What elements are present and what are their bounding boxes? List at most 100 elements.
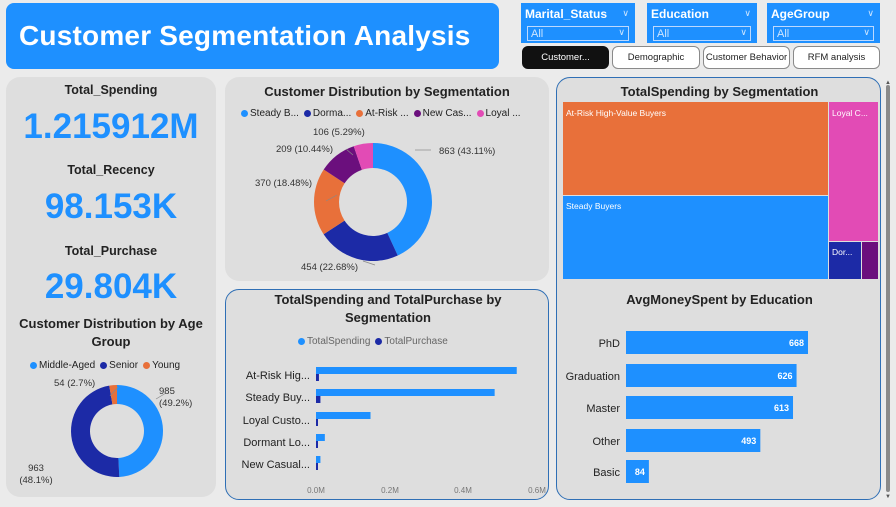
legend-item-new-casual[interactable]: New Cas...	[413, 108, 472, 119]
nav-button-customer-behavior[interactable]: Customer Behavior	[703, 46, 790, 69]
segment-donut-chart[interactable]: 863 (43.11%) 454 (22.68%) 370 (18.48%) 2…	[225, 123, 549, 279]
bar-purchase[interactable]	[316, 463, 318, 470]
legend-item-young[interactable]: Young	[143, 360, 180, 371]
slicer-value: All	[531, 28, 544, 40]
bar-spending[interactable]	[316, 434, 325, 441]
education-value-label: 668	[789, 338, 804, 348]
spending-purchase-bar-chart[interactable]: At-Risk Hig... Steady Buy... Loyal Custo…	[226, 360, 550, 498]
report-canvas: Customer Segmentation Analysis Marital_S…	[0, 0, 896, 507]
age-label-young: 54 (2.7%)	[54, 378, 95, 389]
bar-purchase[interactable]	[316, 419, 318, 426]
legend-label: Steady B...	[250, 108, 299, 119]
bar-purchase[interactable]	[316, 374, 319, 381]
legend-dot	[30, 362, 37, 369]
page-scrollbar[interactable]: ▲ ▼	[883, 79, 893, 498]
education-value-label: 626	[778, 371, 793, 381]
scroll-down-icon[interactable]: ▼	[885, 494, 891, 498]
age-chart-title: Customer Distribution by Age Group	[19, 316, 203, 349]
education-bar[interactable]	[626, 396, 794, 419]
bar-spending[interactable]	[316, 412, 371, 419]
legend-item-middle-aged[interactable]: Middle-Aged	[30, 360, 95, 371]
kpi-total-recency-value: 98.153K	[44, 187, 178, 226]
legend-item-loyal[interactable]: Loyal ...	[476, 108, 521, 119]
legend-label: TotalPurchase	[384, 336, 448, 347]
education-category-label: Basic	[593, 467, 620, 479]
page-title: Customer Segmentation Analysis	[19, 20, 471, 51]
segment-label-at-risk: 370 (18.48%)	[255, 178, 312, 189]
bar-spending[interactable]	[316, 367, 517, 374]
x-tick-label: 0.4M	[454, 486, 472, 495]
segment-donut[interactable]	[314, 143, 432, 261]
education-category-label: PhD	[599, 338, 620, 350]
bar-spending[interactable]	[316, 389, 495, 396]
bar-marks[interactable]	[316, 367, 517, 470]
slicer-age-group[interactable]: AgeGroup ∨ All ∨	[767, 3, 880, 43]
education-bar-chart[interactable]: PhD Graduation Master Other Basic 668 626…	[557, 326, 882, 491]
slicer-dropdown[interactable]: All ∨	[653, 26, 751, 41]
age-legend: Middle-Aged Senior Young	[30, 360, 180, 371]
slicer-label: Education	[651, 7, 710, 21]
kpi-total-spending-label: Total_Spending	[64, 83, 158, 97]
x-tick-label: 0.0M	[307, 486, 325, 495]
education-value-label: 493	[741, 436, 756, 446]
treemap-label-steady: Steady Buyers	[566, 201, 621, 211]
segment-donut-card: Customer Distribution by Segmentation St…	[225, 77, 549, 281]
nav-button-demographic[interactable]: Demographic	[612, 46, 700, 69]
segment-treemap[interactable]: At-Risk High-Value Buyers Steady Buyers …	[563, 102, 879, 280]
legend-item-senior[interactable]: Senior	[100, 360, 138, 371]
leader-line	[362, 260, 376, 266]
legend-item-total-purchase[interactable]: TotalPurchase	[375, 336, 448, 347]
slicer-label: AgeGroup	[771, 7, 830, 21]
nav-button-customer[interactable]: Customer...	[522, 46, 609, 69]
slicer-dropdown[interactable]: All ∨	[527, 26, 629, 41]
legend-dot	[298, 338, 305, 345]
chevron-down-icon[interactable]: ∨	[622, 8, 629, 19]
bar-category-label: At-Risk Hig...	[246, 370, 310, 382]
treemap-tile-new-casual[interactable]	[862, 242, 878, 279]
education-value-label: 613	[774, 403, 789, 413]
chevron-down-icon[interactable]: ∨	[867, 8, 874, 19]
age-donut-chart[interactable]: 985 (49.2%) 963 (48.1%) 54 (2.7%)	[6, 373, 216, 493]
legend-item-total-spending[interactable]: TotalSpending	[298, 336, 370, 347]
bar-spending[interactable]	[316, 456, 321, 463]
treemap-tile-loyal[interactable]	[829, 102, 878, 241]
slicer-marital-status[interactable]: Marital_Status ∨ All ∨	[521, 3, 635, 43]
education-category-label: Graduation	[566, 371, 620, 383]
education-bar[interactable]	[626, 331, 808, 354]
kpi-card: Total_Spending 1.215912M Total_Recency 9…	[6, 77, 216, 497]
legend-item-steady[interactable]: Steady B...	[241, 108, 299, 119]
legend-item-dormant[interactable]: Dorma...	[303, 108, 351, 119]
education-bar[interactable]	[626, 364, 797, 387]
slicer-education[interactable]: Education ∨ All ∨	[647, 3, 757, 43]
segment-chart-title: Customer Distribution by Segmentation	[264, 84, 510, 99]
age-label-middle-pct: (49.2%)	[159, 398, 192, 409]
treemap-label-dormant: Dor...	[832, 247, 852, 257]
bar-purchase[interactable]	[316, 441, 318, 448]
treemap-label-at-risk: At-Risk High-Value Buyers	[566, 108, 666, 118]
legend-dot	[413, 110, 421, 117]
education-category-label: Master	[586, 403, 620, 415]
bars-chart-title-line1: TotalSpending and TotalPurchase by	[274, 292, 502, 307]
legend-label: Middle-Aged	[39, 360, 96, 371]
slicer-dropdown[interactable]: All ∨	[773, 26, 874, 41]
legend-dot	[356, 110, 364, 117]
legend-dot	[100, 362, 108, 369]
legend-item-at-risk[interactable]: At-Risk ...	[356, 108, 409, 119]
bar-category-label: Steady Buy...	[245, 392, 310, 404]
scroll-up-icon[interactable]: ▲	[885, 80, 891, 86]
age-donut[interactable]	[71, 385, 164, 477]
treemap-title: TotalSpending by Segmentation	[620, 84, 819, 99]
x-tick-label: 0.6M	[528, 486, 546, 495]
education-category-label: Other	[592, 436, 620, 448]
legend-label: Senior	[109, 360, 139, 371]
nav-button-rfm-analysis[interactable]: RFM analysis	[793, 46, 880, 69]
segment-label-new-casual: 209 (10.44%)	[276, 144, 333, 155]
bar-purchase[interactable]	[316, 396, 321, 403]
chevron-down-icon[interactable]: ∨	[744, 8, 751, 19]
bar-category-label: Loyal Custo...	[243, 415, 310, 427]
education-chart-title: AvgMoneySpent by Education	[626, 292, 813, 307]
kpi-total-purchase-label: Total_Purchase	[64, 244, 158, 258]
education-bar[interactable]	[626, 429, 761, 452]
scrollbar-thumb[interactable]	[886, 85, 890, 492]
spending-purchase-card: TotalSpending and TotalPurchase by Segme…	[225, 289, 549, 500]
